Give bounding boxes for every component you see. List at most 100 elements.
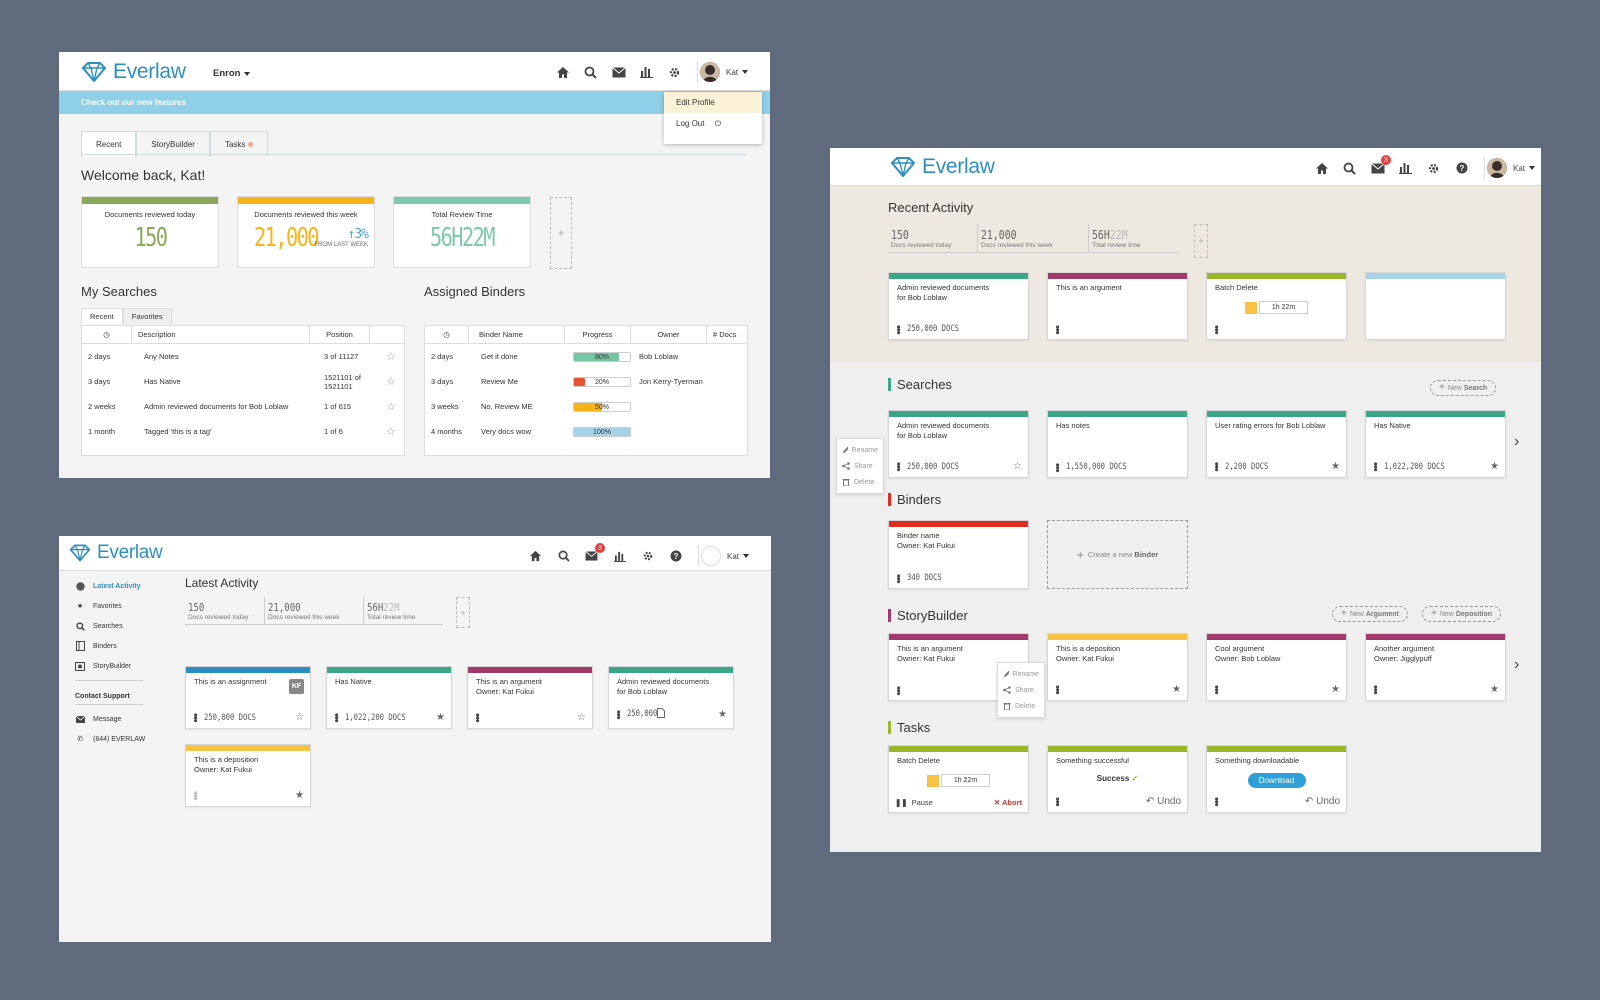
star-icon[interactable]: ☆	[295, 712, 304, 723]
gear-icon[interactable]	[1426, 160, 1442, 176]
star-icon[interactable]: ☆	[380, 400, 396, 413]
user-menu[interactable]: Kat	[726, 68, 748, 77]
activity-card[interactable]: This is an assignment KF ••• 250,000 DOCS…	[185, 666, 311, 729]
gear-icon[interactable]	[667, 64, 683, 80]
star-icon[interactable]: ☆	[380, 425, 396, 438]
more-icon[interactable]: •••	[892, 325, 904, 334]
recent-card[interactable]	[1365, 272, 1506, 340]
chevron-right-icon[interactable]: ›	[1514, 433, 1519, 451]
download-button[interactable]: Download	[1247, 773, 1306, 788]
help-icon[interactable]: ?	[668, 548, 684, 564]
star-icon[interactable]: ★	[718, 709, 727, 720]
rename-item[interactable]: Rename	[842, 442, 878, 458]
mail-icon[interactable]	[611, 64, 627, 80]
nav-binders[interactable]: Binders	[75, 636, 165, 656]
star-icon[interactable]: ★	[295, 790, 304, 801]
activity-card[interactable]: This is a deposition Owner: Kat Fukui •••…	[185, 744, 311, 807]
chart-icon[interactable]	[612, 548, 628, 564]
contact-message[interactable]: Message	[75, 709, 165, 729]
column-position[interactable]: Position	[310, 325, 370, 344]
task-card[interactable]: Something successful Success ✓ ••• ↶ Undo	[1047, 745, 1188, 813]
everlaw-logo[interactable]: Everlaw	[890, 155, 995, 179]
chevron-right-icon[interactable]: ›	[1514, 656, 1519, 674]
table-row[interactable]: 2 weeks Admin reviewed documents for Bob…	[82, 394, 404, 419]
activity-card[interactable]: This is an argument Owner: Kat Fukui ••• ☆	[467, 666, 593, 729]
mail-icon[interactable]: 3	[1370, 155, 1391, 176]
activity-card[interactable]: Admin reviewed documents for Bob Loblaw •…	[608, 666, 734, 729]
share-item[interactable]: Share	[842, 458, 878, 474]
pause-button[interactable]: ❚❚ Pause	[895, 798, 933, 807]
new-search-button[interactable]: + New Search	[1430, 380, 1497, 396]
star-icon[interactable]: ★	[1490, 684, 1499, 695]
stat-review-time[interactable]: 56H22M Total review time	[1089, 224, 1179, 252]
delete-item[interactable]: Delete	[842, 474, 878, 490]
more-icon[interactable]: •••	[892, 686, 904, 695]
stat-card-week[interactable]: Documents reviewed this week 21,000 ↑3% …	[237, 196, 375, 268]
more-icon[interactable]: •••	[892, 462, 904, 471]
column-owner[interactable]: Owner	[631, 325, 707, 344]
user-menu[interactable]: Kat	[1513, 164, 1535, 173]
home-icon[interactable]	[555, 64, 571, 80]
delete-item[interactable]: Delete	[1003, 698, 1039, 714]
home-icon[interactable]	[1314, 160, 1330, 176]
more-icon[interactable]: •••	[1210, 462, 1222, 471]
share-item[interactable]: Share	[1003, 682, 1039, 698]
nav-favorites[interactable]: ★ Favorites	[75, 596, 165, 616]
search-icon[interactable]	[1342, 160, 1358, 176]
column-progress[interactable]: Progress	[565, 325, 631, 344]
chart-icon[interactable]	[1398, 160, 1414, 176]
stat-docs-today[interactable]: 150 Docs reviewed today	[185, 597, 265, 624]
task-card[interactable]: Something downloadable Download ••• ↶ Und…	[1206, 745, 1347, 813]
column-description[interactable]: Description	[132, 325, 310, 344]
add-stat-button[interactable]: +	[550, 197, 572, 269]
table-row[interactable]: 1 month Tagged 'this is a tag' 1 of 6 ☆	[82, 419, 404, 444]
new-deposition-button[interactable]: + New Deposition	[1422, 606, 1502, 622]
star-icon[interactable]: ★	[1331, 461, 1340, 472]
recent-card[interactable]: This is an argument •••	[1047, 272, 1188, 340]
more-icon[interactable]: •••	[612, 710, 624, 719]
more-icon[interactable]: •••	[892, 574, 904, 583]
table-row[interactable]: 2 days Any Notes 3 of 11127 ☆	[82, 344, 404, 369]
search-card[interactable]: Has Native ••• 1,022,200 DOCS ★	[1365, 410, 1506, 478]
everlaw-logo[interactable]: Everlaw	[69, 542, 163, 564]
edit-profile-item[interactable]: Edit Profile	[664, 92, 762, 113]
rename-item[interactable]: Rename	[1003, 666, 1039, 682]
add-stat-button[interactable]: +	[1194, 224, 1208, 258]
star-icon[interactable]: ☆	[380, 375, 396, 388]
star-icon[interactable]: ☆	[1013, 461, 1022, 472]
storybuilder-card[interactable]: This is a deposition Owner: Kat Fukui •••…	[1047, 633, 1188, 701]
search-icon[interactable]	[556, 548, 572, 564]
undo-button[interactable]: ↶ Undo	[1305, 796, 1340, 807]
tab-favorites[interactable]: Favorites	[122, 308, 172, 324]
table-row[interactable]: 4 months Very docs wow 100%	[425, 419, 747, 444]
undo-button[interactable]: ↶ Undo	[1146, 796, 1181, 807]
storybuilder-card[interactable]: Cool argument Owner: Bob Loblaw ••• ★	[1206, 633, 1347, 701]
more-icon[interactable]: •••	[330, 713, 342, 722]
star-icon[interactable]: ★	[1331, 684, 1340, 695]
user-menu[interactable]: Kat	[727, 552, 749, 561]
stat-card-today[interactable]: Documents reviewed today 150	[81, 196, 219, 268]
more-icon[interactable]: •••	[1051, 685, 1063, 694]
create-binder-button[interactable]: + Create a new Binder	[1047, 520, 1188, 589]
nav-storybuilder[interactable]: StoryBuilder	[75, 656, 165, 676]
more-icon[interactable]: •••	[1210, 797, 1222, 806]
avatar[interactable]	[700, 546, 721, 566]
table-row[interactable]: 3 days Has Native 1521101 of 1521101 ☆	[82, 369, 404, 394]
home-icon[interactable]	[528, 548, 544, 564]
more-icon[interactable]: •••	[1369, 462, 1381, 471]
star-icon[interactable]: ☆	[577, 712, 586, 723]
add-stat-button[interactable]: +	[456, 597, 470, 628]
search-card[interactable]: Has notes ••• 1,550,000 DOCS	[1047, 410, 1188, 478]
nav-searches[interactable]: Searches	[75, 616, 165, 636]
table-row[interactable]: 3 weeks No, Review ME 50%	[425, 394, 747, 419]
log-out-item[interactable]: Log Out ⏻	[664, 113, 762, 135]
more-icon[interactable]: •••	[1210, 685, 1222, 694]
project-selector[interactable]: Enron	[213, 68, 251, 79]
help-icon[interactable]: ?	[1454, 160, 1470, 176]
star-icon[interactable]: ★	[436, 712, 445, 723]
more-icon[interactable]: •••	[189, 791, 201, 800]
search-card[interactable]: User rating errors for Bob Loblaw ••• 2,2…	[1206, 410, 1347, 478]
more-icon[interactable]: •••	[1369, 685, 1381, 694]
stat-review-time[interactable]: 56H22M Total review time	[364, 597, 443, 624]
recent-card[interactable]: Batch Delete 1h 22m •••	[1206, 272, 1347, 340]
